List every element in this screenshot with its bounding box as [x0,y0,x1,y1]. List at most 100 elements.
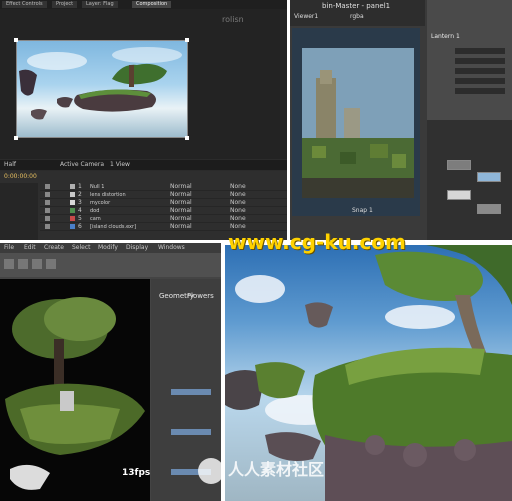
layer-name: mycolor [90,200,111,206]
layer-number: 3 [78,199,82,206]
mode-dropdown[interactable]: Normal [170,192,192,198]
layer-row[interactable]: lens distortion 2 Normal None [40,191,287,199]
resolution-dropdown[interactable]: Half [4,162,16,168]
active-camera-dropdown[interactable]: Active Camera [60,162,104,168]
property-field[interactable] [455,88,505,94]
viewer-toolbar: Half Active Camera 1 View [0,160,287,170]
mode-dropdown[interactable]: Normal [170,184,192,190]
layer-name: dod [90,208,100,214]
layer-color-swatch [70,192,75,197]
tool-shelf [0,253,221,277]
handle-top-right[interactable] [185,38,189,42]
layer-color-swatch [70,184,75,189]
handle-top-left[interactable] [14,38,18,42]
fps-readout: 13fps [122,468,150,478]
layer-row[interactable]: mycolor 3 Normal None [40,199,287,207]
composition-render-image [19,47,182,120]
properties-title: Lantern 1 [431,33,460,40]
property-field[interactable] [455,68,505,74]
timeline-left-strip [0,183,38,240]
viewer-subtitle: bin-Master - panel1 [322,2,391,10]
eye-icon[interactable] [45,224,50,229]
layer-number: 5 [78,215,82,222]
viewer-tab[interactable]: Viewer1 [294,14,318,20]
shelf-tool-icon[interactable] [46,259,56,269]
mode-dropdown[interactable]: Normal [170,224,192,230]
layer-number: 4 [78,207,82,214]
comp-name-label: rolisn [222,15,244,24]
trkmat-dropdown[interactable]: None [230,192,246,198]
viewer-image [292,28,420,216]
mode-dropdown[interactable]: Normal [170,200,192,206]
timecode[interactable]: 0:00:00:00 [4,174,37,180]
shelf-tool-icon[interactable] [4,259,14,269]
tab-composition[interactable]: Composition [132,1,172,8]
node-graph[interactable] [427,120,512,240]
channel-dropdown[interactable]: rgba [350,14,364,20]
attribute-editor-item: Flowers [187,292,214,300]
layer-name: cam [90,216,101,222]
frame-label: Snap 1 [352,207,373,214]
menu-modify[interactable]: Modify [98,245,118,251]
handle-bottom-right[interactable] [185,136,189,140]
eye-icon[interactable] [45,216,50,221]
trkmat-dropdown[interactable]: None [230,200,246,206]
composition-viewer[interactable]: rolisn [0,9,287,159]
trkmat-dropdown[interactable]: None [230,184,246,190]
trkmat-dropdown[interactable]: None [230,216,246,222]
node[interactable] [477,204,501,214]
node[interactable] [447,160,471,170]
menu-display[interactable]: Display [126,245,148,251]
node[interactable] [477,172,501,182]
watermark-url: www.cg-ku.com [228,230,406,254]
layer-color-swatch [70,216,75,221]
viewer-header: bin-Master - panel1 Viewer1 rgba [290,0,425,26]
properties-panel: Lantern 1 [427,0,512,120]
property-field[interactable] [455,48,505,54]
eye-icon[interactable] [45,208,50,213]
menu-create[interactable]: Create [44,245,64,251]
composition-frame[interactable] [16,40,188,138]
node[interactable] [447,190,471,200]
maya-panel: File Edit Create Select Modify Display W… [0,243,221,501]
menu-select[interactable]: Select [72,245,91,251]
ae-tab-bar: Effect Controls Project Layer: Flag Comp… [0,0,287,9]
property-field[interactable] [455,78,505,84]
watermark-site-name: 人人素材社区 [228,460,325,479]
attribute-field[interactable] [171,429,211,435]
tab-effect-controls[interactable]: Effect Controls [2,1,47,8]
shelf-tool-icon[interactable] [18,259,28,269]
layer-color-swatch [70,208,75,213]
attribute-field[interactable] [171,389,211,395]
layer-row[interactable]: dod 4 Normal None [40,207,287,215]
view-count-dropdown[interactable]: 1 View [110,162,130,168]
mode-dropdown[interactable]: Normal [170,216,192,222]
property-field[interactable] [455,58,505,64]
after-effects-panel: Effect Controls Project Layer: Flag Comp… [0,0,287,240]
layer-number: 1 [78,183,82,190]
layer-name: [island clouds.exr] [90,224,137,230]
nuke-panel: bin-Master - panel1 Viewer1 rgba Snap 1 … [290,0,512,240]
menu-edit[interactable]: Edit [24,245,36,251]
eye-icon[interactable] [45,200,50,205]
layer-name: Null 1 [90,184,105,190]
watermark-logo-icon [198,458,224,484]
layer-number: 6 [78,223,82,230]
layer-row[interactable]: cam 5 Normal None [40,215,287,223]
eye-icon[interactable] [45,192,50,197]
layer-number: 2 [78,191,82,198]
menu-bar: File Edit Create Select Modify Display W… [0,243,221,253]
layer-row[interactable]: Null 1 1 Normal None [40,183,287,191]
trkmat-dropdown[interactable]: None [230,208,246,214]
menu-file[interactable]: File [4,245,14,251]
tab-layer[interactable]: Layer: Flag [82,1,118,8]
maya-viewport[interactable]: 13fps [0,279,150,501]
handle-bottom-left[interactable] [14,136,18,140]
eye-icon[interactable] [45,184,50,189]
menu-windows[interactable]: Windows [158,245,185,251]
shelf-tool-icon[interactable] [32,259,42,269]
nuke-viewer[interactable]: Snap 1 [292,28,420,216]
layer-color-swatch [70,224,75,229]
tab-project[interactable]: Project [52,1,78,8]
mode-dropdown[interactable]: Normal [170,208,192,214]
